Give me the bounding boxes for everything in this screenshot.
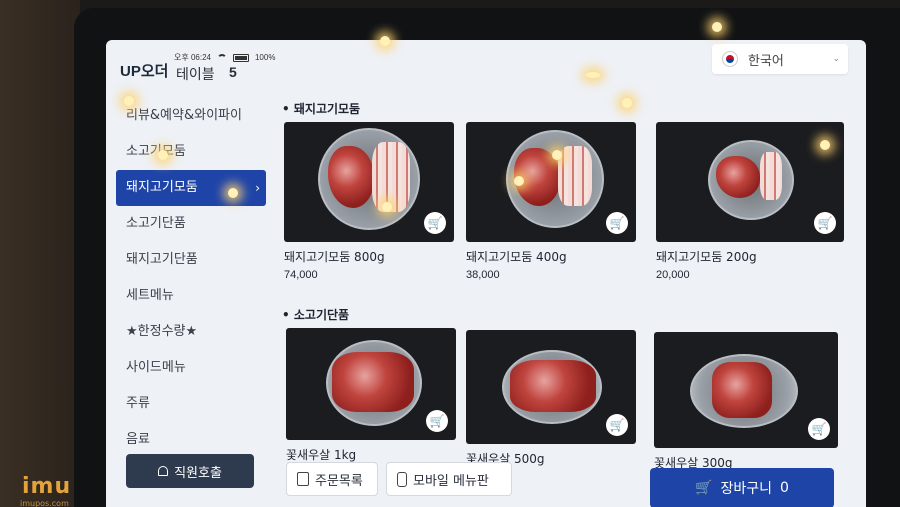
order-list-button[interactable]: 주문목록: [286, 462, 378, 496]
sidebar-item-label: 세트메뉴: [126, 288, 174, 303]
bell-icon: [158, 466, 169, 476]
sidebar-item-side-menu[interactable]: 사이드메뉴: [116, 350, 266, 386]
menu-card[interactable]: 🛒 꽃새우살 500g: [466, 330, 636, 467]
sidebar-item-label: 소고기모둠: [126, 144, 186, 159]
background-wall: [0, 0, 80, 507]
menu-price: 38,000: [466, 269, 500, 281]
menu-card[interactable]: 🛒 꽃새우살 1kg: [286, 328, 456, 463]
menu-card[interactable]: 🛒 돼지고기모둠 800g 74,000: [284, 122, 454, 281]
menu-image: 🛒: [284, 122, 454, 242]
menu-content: • 돼지고기모둠 🛒 돼지고기모둠 800g 74,000 🛒 돼지고기모둠 4…: [278, 92, 866, 470]
add-to-cart-icon[interactable]: 🛒: [424, 212, 446, 234]
header: UP오더 오후 06:24 100% 테이블 5 한국어 ⌄: [106, 40, 866, 92]
sidebar-item-label: ★한정수량★: [126, 324, 198, 339]
add-to-cart-icon[interactable]: 🛒: [814, 212, 836, 234]
cart-icon: 🛒: [695, 480, 713, 496]
status-bar: 오후 06:24 100%: [174, 52, 275, 63]
add-to-cart-icon[interactable]: 🛒: [426, 410, 448, 432]
clock: 오후 06:24: [174, 53, 211, 62]
sidebar-item-label: 돼지고기단품: [126, 252, 198, 267]
section-title: • 소고기단품: [282, 308, 350, 322]
menu-card[interactable]: 🛒 돼지고기모둠 200g 20,000: [656, 122, 844, 281]
battery-icon: [232, 53, 249, 62]
menu-image: 🛒: [466, 122, 636, 242]
mobile-menu-button[interactable]: 모바일 메뉴판: [386, 462, 512, 496]
sidebar-item-label: 소고기단품: [126, 216, 186, 231]
menu-card[interactable]: 🛒 돼지고기모둠 400g 38,000: [466, 122, 636, 281]
chevron-right-icon: ›: [255, 181, 260, 195]
watermark-logo: imu: [22, 474, 72, 499]
sidebar-item-label: 주류: [126, 396, 150, 411]
sidebar-item-label: 음료: [126, 432, 150, 447]
chevron-down-icon: ⌄: [832, 54, 840, 64]
phone-icon: [397, 471, 407, 487]
menu-name: 돼지고기모둠 400g: [466, 250, 567, 264]
receipt-icon: [297, 472, 309, 486]
menu-card[interactable]: 🛒 꽃새우살 300g: [654, 332, 838, 471]
sidebar-item-pork-combo[interactable]: 돼지고기모둠 ›: [116, 170, 266, 206]
cart-count: 0: [780, 480, 789, 496]
menu-image: 🛒: [654, 332, 838, 448]
menu-name: 돼지고기모둠 800g: [284, 250, 385, 264]
sidebar-item-liquor[interactable]: 주류: [116, 386, 266, 422]
sidebar-item-label: 돼지고기모둠: [126, 180, 198, 195]
watermark-url: imupos.com: [20, 499, 69, 507]
language-label: 한국어: [748, 53, 784, 69]
sidebar-item-drinks[interactable]: 음료: [116, 422, 266, 458]
menu-name: 돼지고기모둠 200g: [656, 250, 757, 264]
sidebar-item-label: 리뷰&예약&와이파이: [126, 108, 242, 123]
menu-image: 🛒: [656, 122, 844, 242]
mobile-menu-label: 모바일 메뉴판: [413, 473, 489, 489]
menu-price: 74,000: [284, 269, 318, 281]
kiosk-screen: UP오더 오후 06:24 100% 테이블 5 한국어 ⌄ 리뷰&예약&와이파…: [106, 40, 866, 507]
order-list-label: 주문목록: [315, 473, 363, 489]
add-to-cart-icon[interactable]: 🛒: [606, 212, 628, 234]
bottom-bar: 주문목록 모바일 메뉴판 🛒 장바구니 0: [278, 458, 866, 507]
sidebar-item-beef-combo[interactable]: 소고기모둠: [116, 134, 266, 170]
menu-image: 🛒: [466, 330, 636, 444]
call-staff-label: 직원호출: [174, 465, 222, 481]
call-staff-button[interactable]: 직원호출: [126, 454, 254, 488]
sidebar-item-beef-single[interactable]: 소고기단품: [116, 206, 266, 242]
language-selector[interactable]: 한국어 ⌄: [712, 44, 848, 74]
section-title: • 돼지고기모둠: [282, 102, 361, 116]
sidebar-item-limited[interactable]: ★한정수량★: [116, 314, 266, 350]
add-to-cart-icon[interactable]: 🛒: [808, 418, 830, 440]
add-to-cart-icon[interactable]: 🛒: [606, 414, 628, 436]
sidebar-item-pork-single[interactable]: 돼지고기단품: [116, 242, 266, 278]
sidebar-item-set-menu[interactable]: 세트메뉴: [116, 278, 266, 314]
sidebar-item-label: 사이드메뉴: [126, 360, 186, 375]
cart-button[interactable]: 🛒 장바구니 0: [650, 468, 834, 507]
cart-label: 장바구니: [720, 481, 773, 497]
wifi-icon: [216, 54, 227, 61]
korea-flag-icon: [722, 51, 738, 67]
table-number: 5: [229, 64, 237, 80]
app-logo: UP오더: [120, 63, 169, 80]
menu-image: 🛒: [286, 328, 456, 440]
category-sidebar: 리뷰&예약&와이파이 소고기모둠 돼지고기모둠 › 소고기단품 돼지고기단품 세트…: [116, 98, 266, 498]
sidebar-item-review[interactable]: 리뷰&예약&와이파이: [116, 98, 266, 134]
battery-level: 100%: [254, 53, 276, 62]
menu-price: 20,000: [656, 269, 690, 281]
table-label: 테이블: [176, 67, 215, 83]
